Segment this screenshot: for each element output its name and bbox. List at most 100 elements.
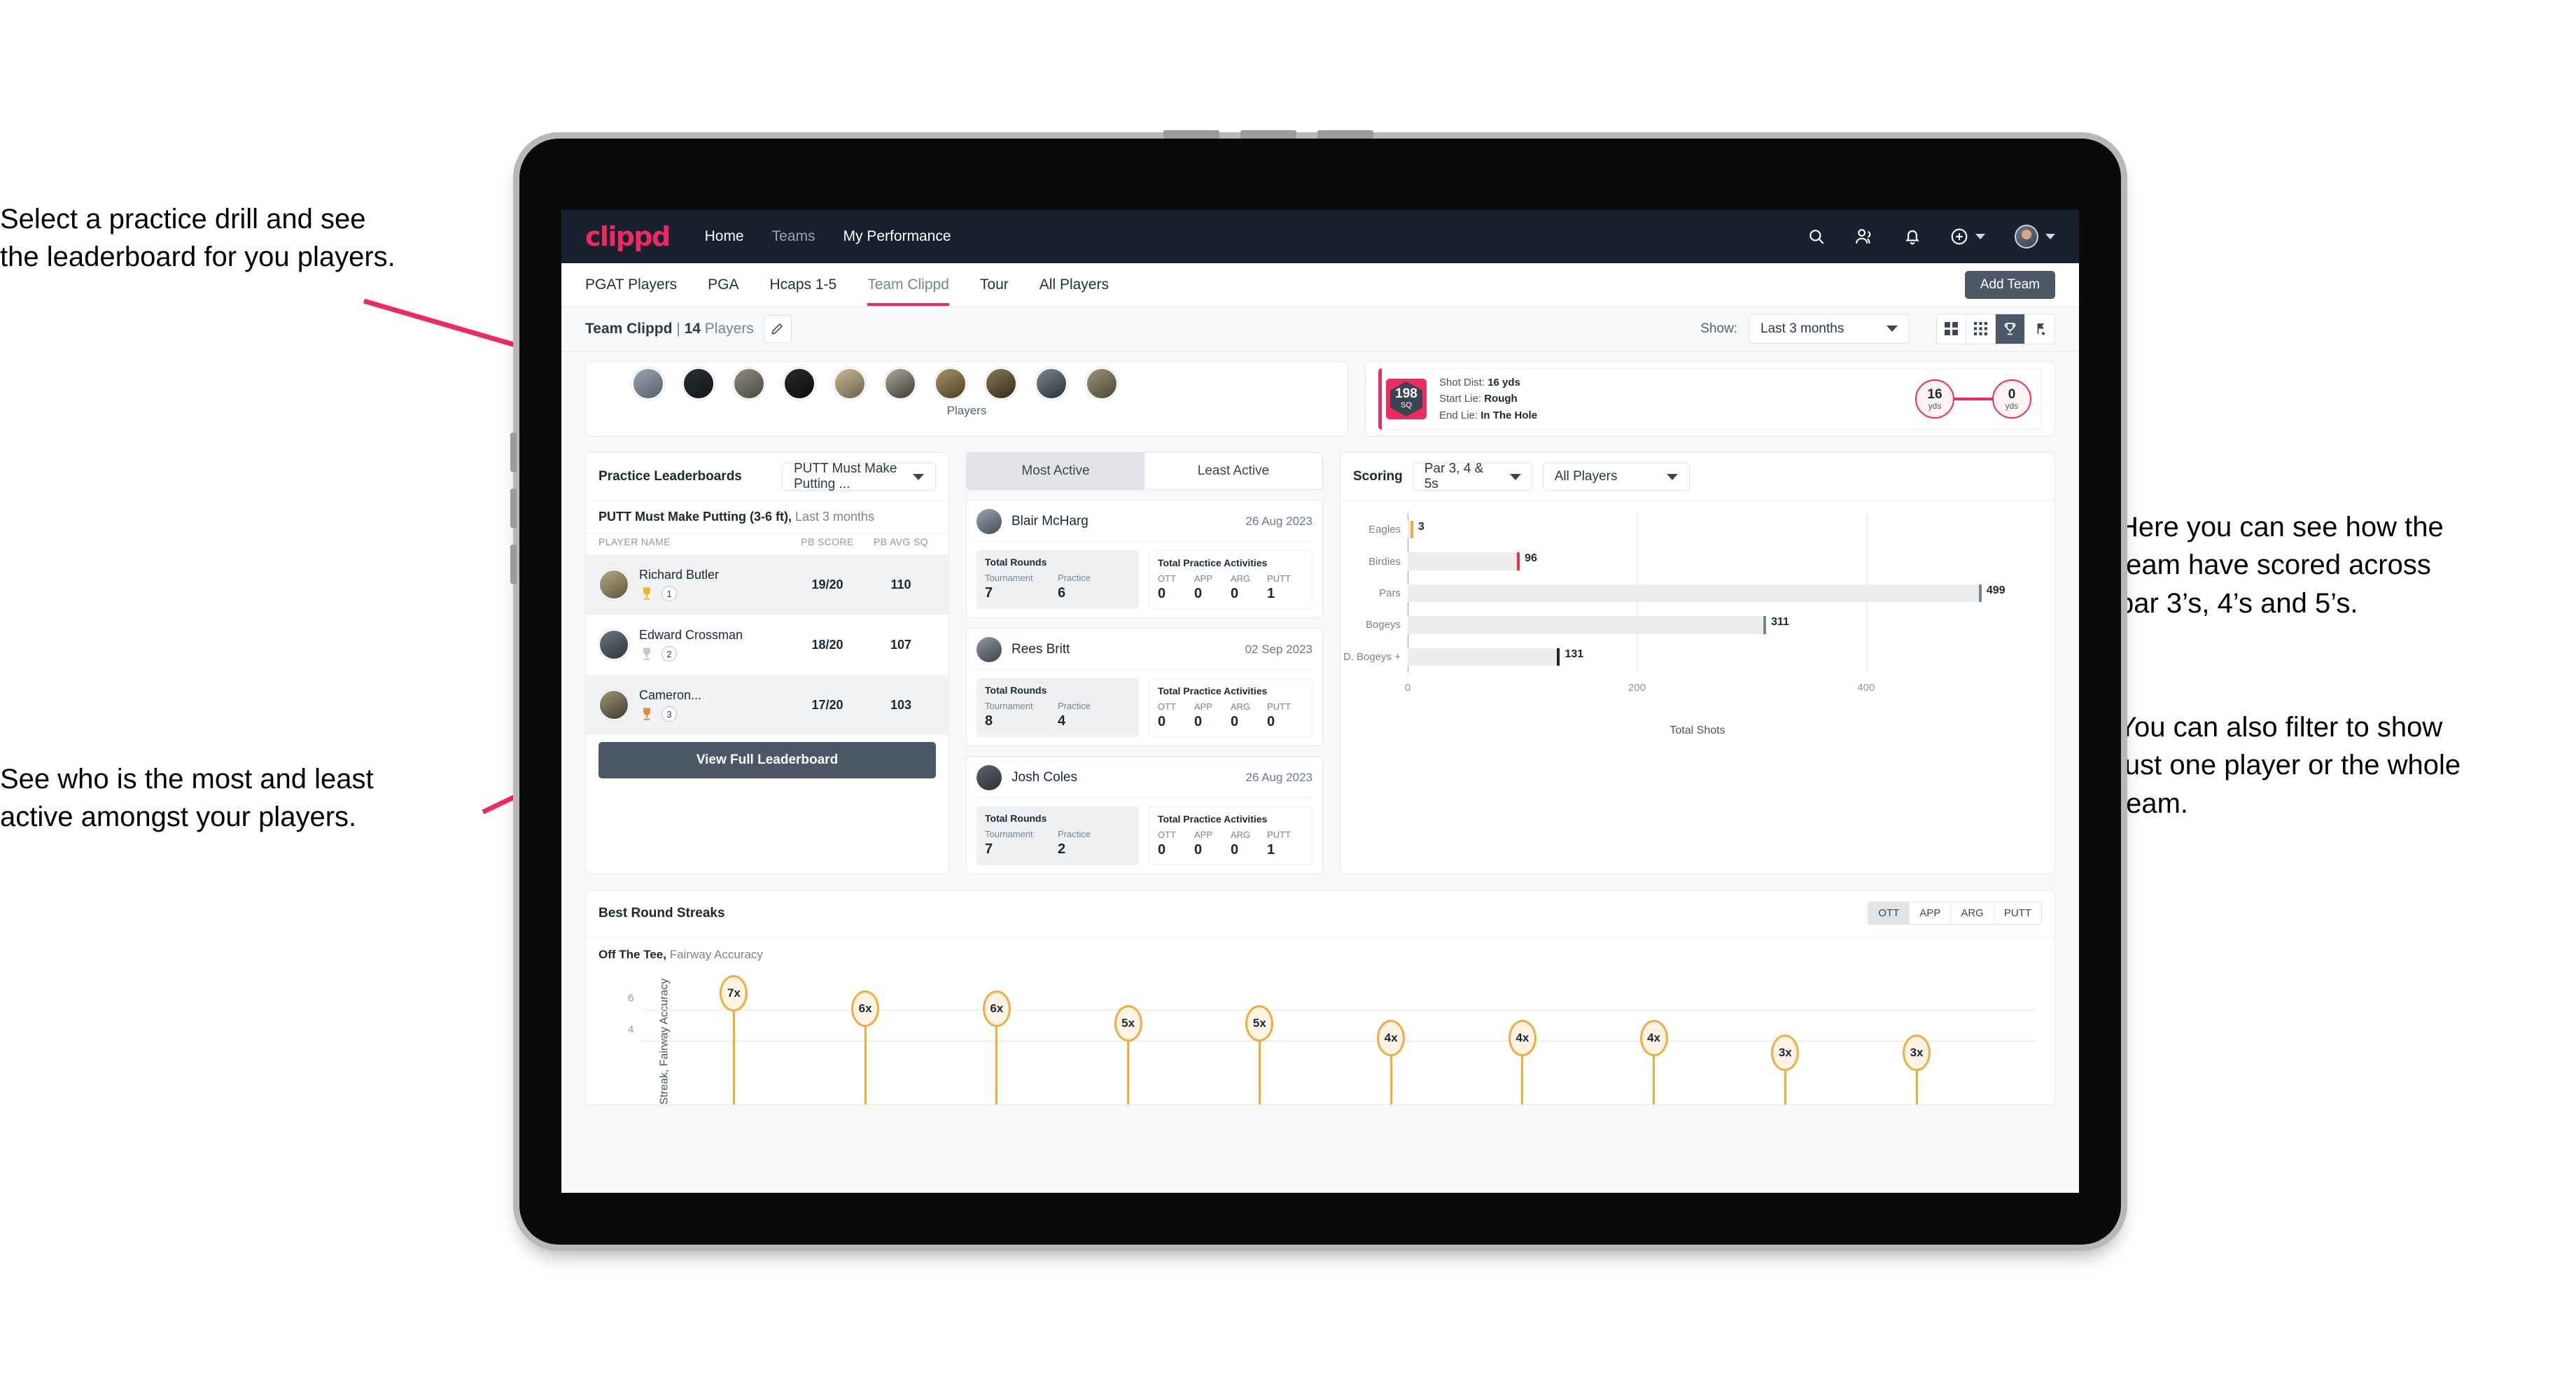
rounds-tournament: Tournament 7: [985, 573, 1058, 601]
practice-arg-key: ARG: [1231, 701, 1251, 712]
trophy-icon: [643, 708, 650, 720]
table-row[interactable]: Richard Butler 1 19/20 110: [586, 554, 948, 615]
col-pb-score: PB SCORE: [801, 536, 854, 547]
player-filter-select[interactable]: All Players: [1542, 463, 1690, 491]
tab-hcaps-1-5[interactable]: Hcaps 1-5: [769, 263, 836, 306]
streak-marker[interactable]: 5x: [1114, 1004, 1142, 1105]
rounds-practice: Practice 6: [1058, 573, 1130, 601]
pb-avg-sq: 110: [890, 577, 911, 592]
people-icon[interactable]: [1855, 227, 1875, 246]
team-tab-bar: PGAT Players PGA Hcaps 1-5 Team Clippd T…: [561, 263, 2079, 307]
avatar[interactable]: [682, 368, 715, 400]
streak-marker[interactable]: 5x: [1245, 1004, 1274, 1105]
streak-bubble: 7x: [720, 975, 748, 1012]
tab-putt[interactable]: PUTT: [1994, 902, 2041, 924]
avatar[interactable]: [632, 368, 664, 400]
drill-select[interactable]: PUTT Must Make Putting ...: [782, 461, 936, 491]
user-menu-button[interactable]: [2015, 225, 2055, 248]
tab-pgat-players[interactable]: PGAT Players: [585, 263, 677, 306]
chevron-down-icon: [1666, 473, 1678, 480]
table-row[interactable]: Cameron... 3 17/20 103: [586, 675, 948, 735]
player-name: Rees Britt: [1011, 642, 1070, 657]
tab-app[interactable]: APP: [1910, 902, 1952, 924]
streak-marker[interactable]: 4x: [1639, 1020, 1668, 1105]
practice-app-key: APP: [1194, 830, 1213, 840]
practice-app-key: APP: [1194, 701, 1213, 712]
avatar[interactable]: [934, 368, 967, 400]
streak-marker[interactable]: 4x: [1508, 1020, 1536, 1105]
main-nav-links: Home Teams My Performance: [705, 228, 951, 245]
streak-bubble: 4x: [1639, 1020, 1668, 1056]
leaderboard-row-info: Richard Butler 1: [639, 568, 789, 601]
shot-quality-badge: 198 SQ: [1386, 379, 1427, 419]
streaks-plot: Streak, Fairway Accuracy 4 6 7x 6x 6x 5x 5x 4x 4…: [598, 975, 2042, 1105]
bar-row: Bogeys 311: [1366, 616, 2026, 634]
rounds-tournament-value: 7: [985, 585, 993, 601]
shot-detail-card: 198 SQ Shot Dist: 16 yds Start Lie: Roug…: [1365, 361, 2055, 437]
tab-most-active[interactable]: Most Active: [967, 453, 1144, 489]
grid-large-icon-button[interactable]: [1937, 314, 1966, 344]
list-item[interactable]: Blair McHarg 26 Aug 2023 Total Rounds To…: [966, 500, 1323, 618]
list-item[interactable]: Rees Britt 02 Sep 2023 Total Rounds Tour…: [966, 628, 1323, 746]
avatar[interactable]: [1035, 368, 1068, 400]
activity-date: 26 Aug 2023: [1245, 514, 1312, 528]
tab-ott[interactable]: OTT: [1868, 902, 1910, 924]
shot-detail-lines: Shot Dist: 16 yds Start Lie: Rough End L…: [1439, 374, 1537, 424]
nav-item-teams[interactable]: Teams: [772, 228, 816, 245]
tab-pga[interactable]: PGA: [708, 263, 738, 306]
tab-tour[interactable]: Tour: [980, 263, 1009, 306]
trophy-icon: [2004, 322, 2016, 335]
view-mode-toggle-group: [1936, 313, 2055, 344]
list-item[interactable]: Josh Coles 26 Aug 2023 Total Rounds Tour…: [966, 756, 1323, 874]
tab-arg[interactable]: ARG: [1951, 902, 1994, 924]
date-range-select[interactable]: Last 3 months: [1749, 314, 1910, 344]
nav-item-my-performance[interactable]: My Performance: [843, 228, 951, 245]
streak-marker[interactable]: 3x: [1771, 1035, 1800, 1105]
rounds-practice: Practice 4: [1058, 701, 1130, 729]
streak-bubble: 3x: [1903, 1035, 1931, 1072]
streak-marker[interactable]: 4x: [1377, 1020, 1406, 1105]
avatar[interactable]: [733, 368, 765, 400]
search-icon[interactable]: [1807, 227, 1826, 246]
trophy-icon-button[interactable]: [1996, 314, 2025, 344]
start-distance-value: 16: [1927, 386, 1942, 402]
streak-stem: [1915, 1071, 1918, 1105]
tab-team-clippd[interactable]: Team Clippd: [867, 263, 949, 306]
view-full-leaderboard-button[interactable]: View Full Leaderboard: [598, 742, 936, 778]
activity-date: 02 Sep 2023: [1245, 643, 1312, 656]
add-team-button[interactable]: Add Team: [1964, 271, 2055, 299]
streak-marker[interactable]: 6x: [851, 990, 880, 1105]
nav-item-home[interactable]: Home: [705, 228, 744, 245]
bar-cap: [1978, 584, 1982, 603]
bar-category-label: Pars: [1379, 587, 1401, 599]
flag-icon-button[interactable]: [2025, 314, 2054, 344]
bar-value-label: 3: [1418, 520, 1424, 533]
players-caption: Players: [946, 404, 987, 417]
leaderboard-row-meta: 1: [639, 586, 789, 601]
tab-all-players[interactable]: All Players: [1040, 263, 1109, 306]
bar-value-label: 96: [1525, 552, 1537, 565]
player-name: Edward Crossman: [639, 628, 743, 642]
avatar[interactable]: [884, 368, 916, 400]
bell-icon[interactable]: [1904, 227, 1921, 246]
grid-small-icon-button[interactable]: [1966, 314, 1996, 344]
streak-marker[interactable]: 6x: [982, 990, 1011, 1105]
streak-bubble: 6x: [982, 990, 1011, 1027]
edit-team-button[interactable]: [763, 314, 792, 343]
bar-row: D. Bogeys + 131: [1343, 648, 2026, 666]
avatar[interactable]: [783, 368, 816, 400]
rounds-tournament-key: Tournament: [985, 701, 1033, 711]
practice-arg: ARG 0: [1231, 701, 1267, 730]
add-menu-button[interactable]: [1950, 227, 1985, 246]
clippd-logo[interactable]: clippd: [585, 221, 671, 252]
practice-ott-value: 0: [1158, 714, 1166, 729]
streak-marker[interactable]: 7x: [720, 975, 748, 1105]
tab-least-active[interactable]: Least Active: [1144, 453, 1322, 489]
table-row[interactable]: Edward Crossman 2 18/20 107: [586, 615, 948, 675]
par-select[interactable]: Par 3, 4 & 5s: [1412, 461, 1533, 491]
streak-marker[interactable]: 3x: [1903, 1035, 1931, 1105]
avatar[interactable]: [1086, 368, 1118, 400]
practice-activities-title: Total Practice Activities: [1158, 813, 1268, 825]
avatar[interactable]: [985, 368, 1017, 400]
avatar[interactable]: [834, 368, 866, 400]
